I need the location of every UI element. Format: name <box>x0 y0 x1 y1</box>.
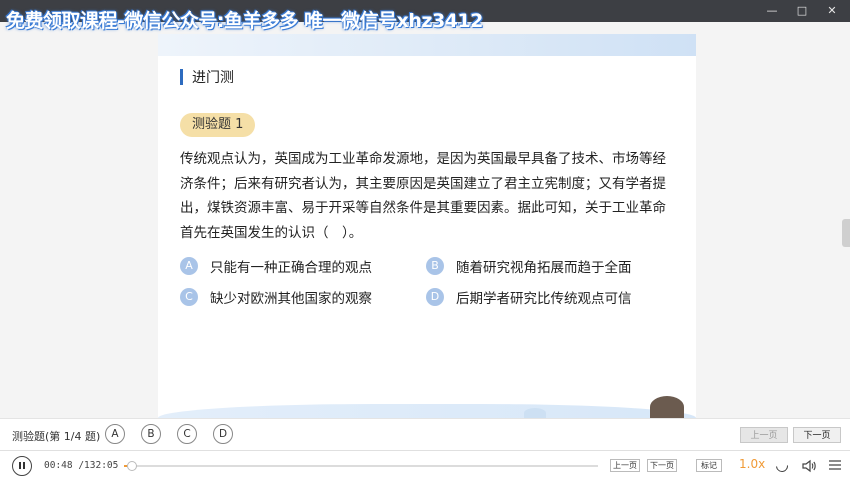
option-c[interactable]: C 缺少对欧洲其他国家的观察 <box>180 287 372 307</box>
lesson-content-area: 进门测 测验题 1 传统观点认为，英国成为工业革命发源地，是因为英国最早具备了技… <box>0 22 850 418</box>
option-b[interactable]: B 随着研究视角拓展而趋于全面 <box>426 256 632 276</box>
speed-selector[interactable]: 1.0x <box>739 457 765 471</box>
close-icon[interactable]: ✕ <box>824 2 840 20</box>
bookmark-button[interactable]: 标记 <box>696 459 722 472</box>
quiz-progress-label: 测验题(第 1/4 题) <box>12 430 101 443</box>
option-letter: A <box>180 257 198 275</box>
slide-bottom-decoration <box>158 404 696 418</box>
video-player-bar: 00:48 /132:05 上一页 下一页 标记 1.0x <box>0 450 850 480</box>
minimize-icon[interactable]: — <box>764 2 780 20</box>
pause-icon <box>23 462 25 469</box>
section-title: 进门测 <box>192 70 234 86</box>
option-letter: C <box>180 288 198 306</box>
decoration-shape <box>524 408 546 418</box>
volume-icon[interactable] <box>801 458 817 474</box>
side-panel-toggle[interactable] <box>842 219 850 247</box>
quiz-answer-bar: 测验题(第 1/4 题) A B C D 上一页 下一页 <box>0 418 850 450</box>
pause-icon <box>19 462 21 469</box>
option-text: 后期学者研究比传统观点可信 <box>456 291 632 307</box>
window-controls: — □ ✕ <box>764 2 840 20</box>
option-letter: D <box>426 288 444 306</box>
option-a[interactable]: A 只能有一种正确合理的观点 <box>180 256 372 276</box>
slide-top-decoration <box>158 34 696 56</box>
menu-icon[interactable] <box>827 458 843 474</box>
watermark-text: 免费领取课程-微信公众号:鱼羊多多 唯一微信号xhz3412 <box>6 10 483 32</box>
progress-bar[interactable] <box>124 461 598 471</box>
progress-handle[interactable] <box>126 461 137 471</box>
section-header: 进门测 <box>180 67 234 87</box>
night-mode-icon[interactable] <box>773 457 791 475</box>
question-text: 传统观点认为，英国成为工业革命发源地，是因为英国最早具备了技术、市场等经济条件；… <box>180 151 666 241</box>
mascot-decoration <box>650 396 684 418</box>
playback-time: 00:48 /132:05 <box>44 460 119 471</box>
option-text: 只能有一种正确合理的观点 <box>210 260 372 276</box>
next-page-button[interactable]: 下一页 <box>647 459 677 472</box>
answer-a-button[interactable]: A <box>105 424 125 444</box>
quiz-prev-button[interactable]: 上一页 <box>740 427 788 443</box>
answer-c-button[interactable]: C <box>177 424 197 444</box>
option-letter: B <box>426 257 444 275</box>
section-marker <box>180 69 183 85</box>
answer-d-button[interactable]: D <box>213 424 233 444</box>
quiz-next-button[interactable]: 下一页 <box>793 427 841 443</box>
quiz-badge: 测验题 1 <box>180 113 256 137</box>
option-d[interactable]: D 后期学者研究比传统观点可信 <box>426 287 632 307</box>
answer-b-button[interactable]: B <box>141 424 161 444</box>
option-text: 缺少对欧洲其他国家的观察 <box>210 291 372 307</box>
pause-button[interactable] <box>12 456 32 476</box>
option-text: 随着研究视角拓展而趋于全面 <box>456 260 632 276</box>
slide-card: 进门测 测验题 1 传统观点认为，英国成为工业革命发源地，是因为英国最早具备了技… <box>158 34 696 418</box>
maximize-icon[interactable]: □ <box>794 2 810 20</box>
prev-page-button[interactable]: 上一页 <box>610 459 640 472</box>
